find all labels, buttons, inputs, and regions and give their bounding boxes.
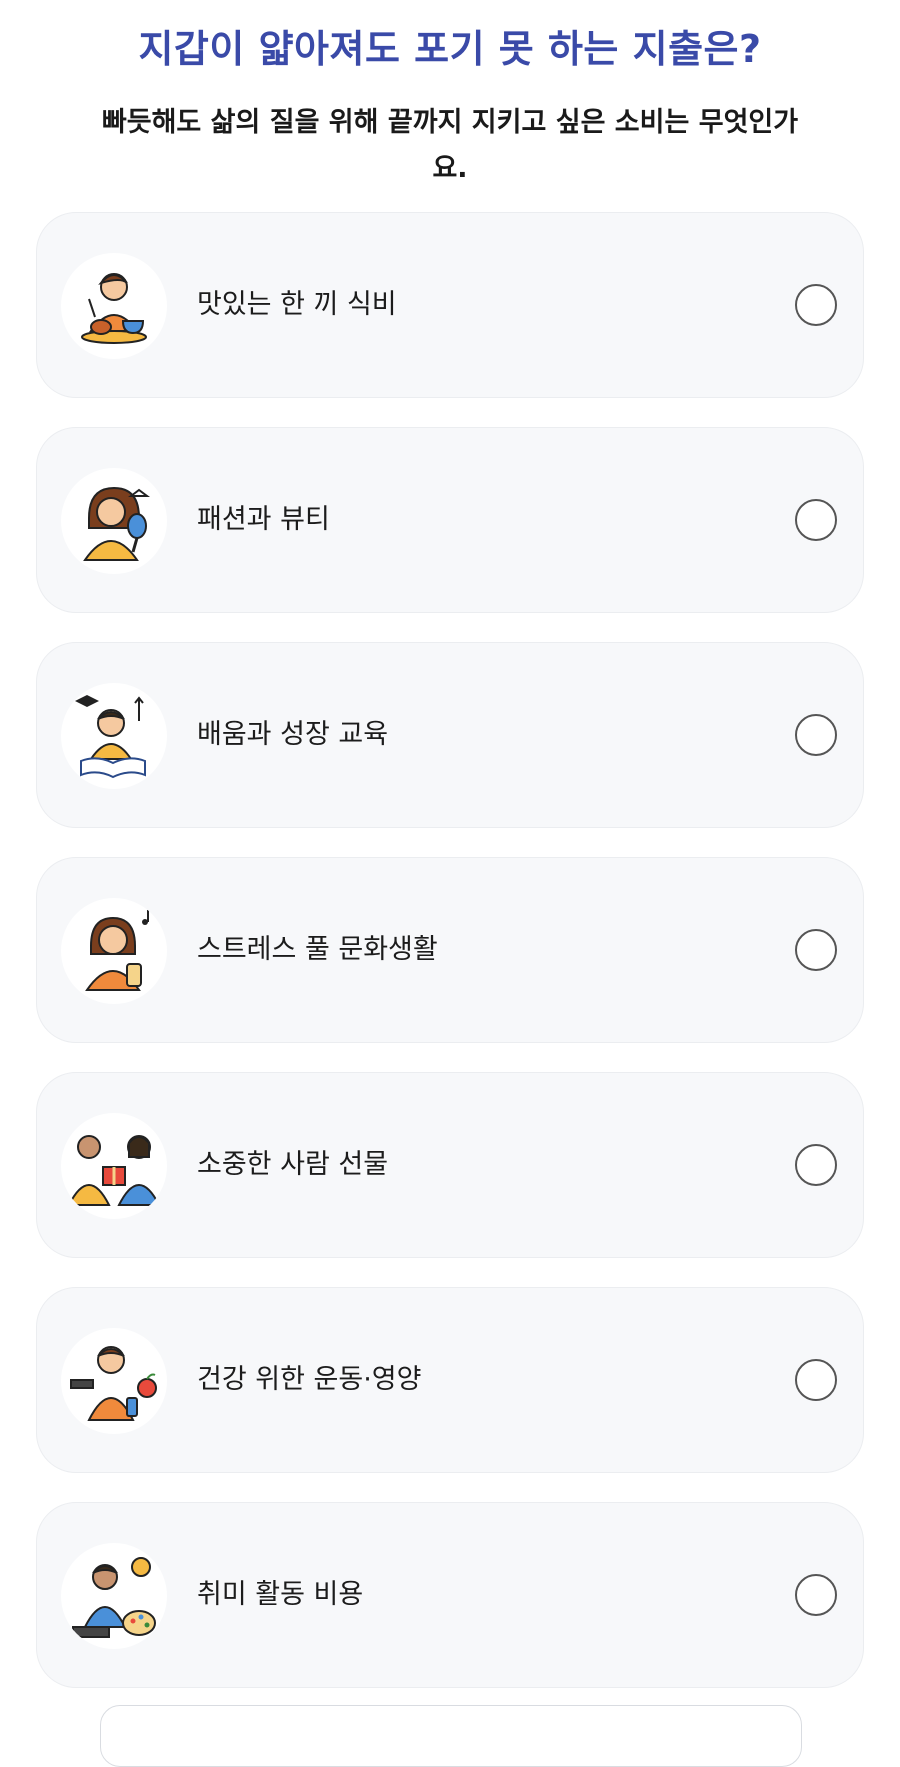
option-label: 배움과 성장 교육 bbox=[197, 719, 389, 750]
culture-person-icon bbox=[61, 898, 167, 1004]
option-culture[interactable]: 스트레스 풀 문화생활 bbox=[36, 857, 864, 1043]
page-subtitle: 빠듯해도 삶의 질을 위해 끝까지 지키고 싶은 소비는 무엇인가요. bbox=[101, 107, 799, 184]
option-label: 패션과 뷰티 bbox=[197, 504, 330, 535]
option-hobby[interactable]: 취미 활동 비용 bbox=[36, 1502, 864, 1688]
option-label: 소중한 사람 선물 bbox=[197, 1149, 389, 1180]
radio-button[interactable] bbox=[795, 284, 837, 326]
bottom-button[interactable] bbox=[100, 1705, 802, 1767]
radio-button[interactable] bbox=[795, 714, 837, 756]
option-fashion-beauty[interactable]: 패션과 뷰티 bbox=[36, 427, 864, 613]
radio-button[interactable] bbox=[795, 1359, 837, 1401]
option-label: 건강 위한 운동·영양 bbox=[197, 1364, 422, 1395]
option-food[interactable]: 맛있는 한 끼 식비 bbox=[36, 212, 864, 398]
option-label: 스트레스 풀 문화생활 bbox=[197, 934, 438, 965]
option-gift[interactable]: 소중한 사람 선물 bbox=[36, 1072, 864, 1258]
option-list: 맛있는 한 끼 식비 패션과 뷰티 배움과 성장 교육 스트레스 풀 문화생활 … bbox=[36, 212, 864, 1717]
radio-button[interactable] bbox=[795, 1144, 837, 1186]
eating-person-icon bbox=[61, 253, 167, 359]
radio-button[interactable] bbox=[795, 499, 837, 541]
option-fitness[interactable]: 건강 위한 운동·영양 bbox=[36, 1287, 864, 1473]
page-title: 지갑이 얇아져도 포기 못 하는 지출은? bbox=[138, 27, 762, 71]
option-education[interactable]: 배움과 성장 교육 bbox=[36, 642, 864, 828]
radio-button[interactable] bbox=[795, 1574, 837, 1616]
radio-button[interactable] bbox=[795, 929, 837, 971]
gift-exchange-icon bbox=[61, 1113, 167, 1219]
studying-person-icon bbox=[61, 683, 167, 789]
fitness-person-icon bbox=[61, 1328, 167, 1434]
option-label: 맛있는 한 끼 식비 bbox=[197, 289, 397, 320]
hobby-person-icon bbox=[61, 1543, 167, 1649]
makeup-person-icon bbox=[61, 468, 167, 574]
option-label: 취미 활동 비용 bbox=[197, 1579, 364, 1610]
